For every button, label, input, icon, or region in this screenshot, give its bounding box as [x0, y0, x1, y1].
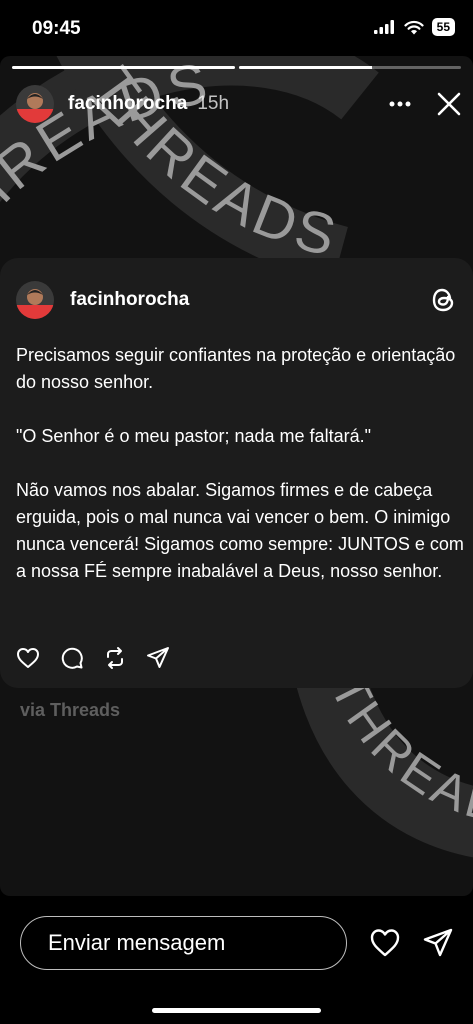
wifi-icon: [404, 20, 424, 34]
post-actions: [16, 646, 170, 670]
story-header-actions: [389, 92, 461, 116]
battery-icon: 55: [431, 18, 455, 36]
close-icon[interactable]: [437, 92, 461, 116]
story-viewer[interactable]: THREADS THREADS THREADS facinhorocha 15h: [0, 56, 473, 896]
more-icon[interactable]: [389, 101, 411, 107]
post-paragraph: Precisamos seguir confiantes na proteção…: [16, 345, 461, 392]
story-username[interactable]: facinhorocha: [68, 93, 187, 115]
home-indicator: [152, 1008, 321, 1013]
heart-icon[interactable]: [16, 647, 40, 669]
story-header: facinhorocha 15h: [16, 82, 461, 126]
post-paragraph: Não vamos nos abalar. Sigamos firmes e d…: [16, 480, 469, 581]
story-progress: [12, 66, 461, 69]
share-icon[interactable]: [146, 646, 170, 670]
post-username[interactable]: facinhorocha: [70, 289, 189, 311]
post-body: Precisamos seguir confiantes na proteção…: [16, 342, 466, 612]
comment-icon[interactable]: [60, 646, 84, 670]
status-time: 09:45: [32, 18, 81, 39]
repost-icon[interactable]: [104, 646, 126, 670]
status-icons: 55: [373, 18, 455, 36]
signal-icon: [373, 20, 394, 34]
post-header: facinhorocha: [16, 278, 457, 322]
send-icon[interactable]: [423, 928, 453, 958]
message-placeholder: Enviar mensagem: [48, 930, 226, 955]
via-threads-label: via Threads: [20, 700, 121, 720]
status-bar: 09:45 55: [0, 0, 473, 56]
heart-icon[interactable]: [369, 928, 401, 958]
progress-segment: [238, 66, 461, 69]
avatar[interactable]: [16, 85, 54, 123]
threads-logo-icon[interactable]: [431, 286, 457, 314]
story-reply-bar: Enviar mensagem: [0, 896, 473, 1024]
threads-post-card[interactable]: facinhorocha Precisamos seguir confiante…: [0, 258, 473, 688]
progress-segment: [12, 66, 235, 69]
avatar[interactable]: [16, 281, 54, 319]
message-input[interactable]: Enviar mensagem: [20, 916, 347, 970]
story-time: 15h: [197, 93, 230, 114]
battery-level: 55: [436, 20, 450, 34]
post-paragraph: "O Senhor é o meu pastor; nada me faltar…: [16, 426, 371, 446]
